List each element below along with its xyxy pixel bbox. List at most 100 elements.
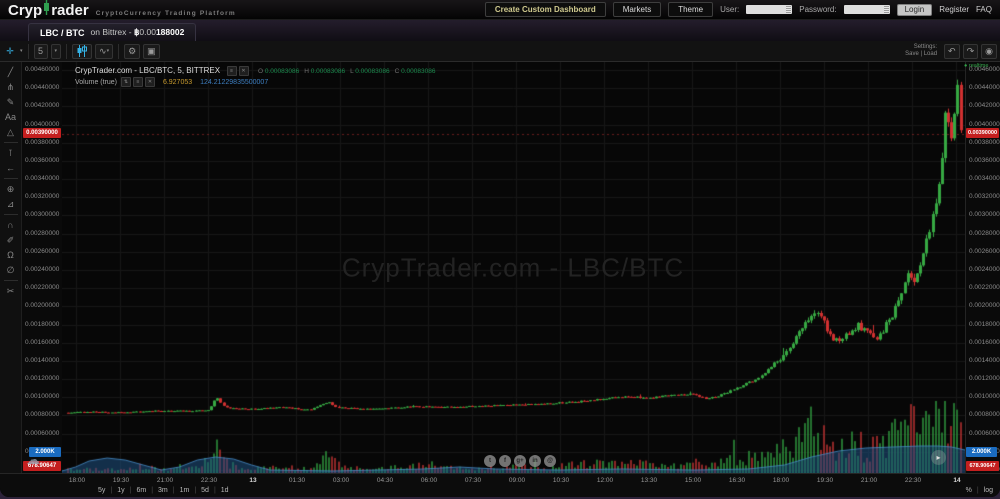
range-1y-button[interactable]: 1y (117, 487, 124, 494)
pitchfork-tool-icon[interactable]: ⋔ (2, 80, 20, 94)
scroll-to-realtime-button[interactable]: ▸ (931, 450, 946, 465)
price-tick-label: 0.00360000 (25, 157, 59, 164)
text-tool-icon[interactable]: Aa (2, 110, 20, 124)
googleplus-share-icon[interactable]: g+ (514, 455, 526, 467)
draw-mode-tool-icon[interactable]: ✐ (2, 233, 20, 247)
chart-settings-button[interactable]: ⚙ (124, 44, 140, 59)
magnet-tool-icon[interactable]: ∩ (2, 218, 20, 232)
tab-bar: LBC / BTC on Bittrex - ฿0.00188002 (0, 20, 1000, 42)
range-separator: | (173, 487, 175, 494)
volume-toggle-icon[interactable]: ⇅ (121, 77, 131, 87)
time-tick-label: 15:00 (679, 477, 707, 484)
range-1d-button[interactable]: 1d (221, 487, 229, 494)
price-tick-label: 0.00060000 (969, 430, 1000, 437)
volume-menu-icon[interactable]: ≡ (133, 77, 143, 87)
settings-save-load[interactable]: Settings: Save | Load (905, 44, 937, 58)
range-5y-button[interactable]: 5y (98, 487, 105, 494)
snapshot-button[interactable]: ▣ (143, 44, 160, 59)
price-axis-right[interactable]: 0.004600000.004400000.004200000.00400000… (965, 62, 1000, 473)
zoom-tool-icon[interactable]: ⊕ (2, 182, 20, 196)
ohlc-value: 0.00083086 (309, 68, 345, 75)
legend-menu-icon[interactable]: ≡ (227, 66, 237, 76)
user-input[interactable] (746, 5, 792, 14)
range-1m-button[interactable]: 1m (180, 487, 190, 494)
range-separator: | (214, 487, 216, 494)
login-button[interactable]: Login (897, 4, 933, 16)
header-controls: Create Custom Dashboard Markets Theme Us… (485, 2, 992, 17)
tab-exchange-label: on Bittrex - ฿0.00188002 (91, 27, 185, 38)
visibility-button[interactable]: ◉ (981, 44, 997, 59)
volume-close-icon[interactable]: ✕ (145, 77, 155, 87)
toolbar-divider (66, 44, 67, 59)
crosshair-mode-button[interactable]: ✛ (3, 44, 17, 59)
theme-button[interactable]: Theme (668, 2, 713, 17)
markets-button[interactable]: Markets (613, 2, 661, 17)
volume-value: 6.927053 (163, 79, 192, 86)
price-tick-label: 0.00320000 (969, 193, 1000, 200)
forecast-tool-icon[interactable]: ⊺ (2, 146, 20, 160)
price-tick-label: 0.00060000 (25, 430, 59, 437)
percent-scale-button[interactable]: % (966, 487, 972, 494)
tab-lbc-btc[interactable]: LBC / BTC on Bittrex - ฿0.00188002 (28, 23, 196, 41)
interval-select[interactable]: 5 (34, 44, 48, 59)
lock-tool-icon[interactable]: Ω (2, 248, 20, 262)
current-price-flag-left: 0.00390000 (23, 128, 61, 138)
linkedin-share-icon[interactable]: in (529, 455, 541, 467)
facebook-share-icon[interactable]: f (499, 455, 511, 467)
range-6m-button[interactable]: 6m (136, 487, 146, 494)
password-input[interactable] (844, 5, 890, 14)
range-5d-button[interactable]: 5d (201, 487, 209, 494)
mail-share-icon[interactable]: @ (544, 455, 556, 467)
social-share-buttons: tfg+in@ (484, 455, 556, 467)
undo-button[interactable]: ↶ (944, 44, 960, 59)
indicator-button[interactable]: ∿▾ (95, 44, 113, 59)
input-spinner-icon (884, 6, 889, 13)
measure-tool-icon[interactable]: ⊿ (2, 197, 20, 211)
time-axis[interactable]: 18:0019:3021:0022:301301:3003:0004:3006:… (0, 473, 1000, 488)
toolbar-divider (4, 214, 18, 215)
log-scale-button[interactable]: log (984, 487, 993, 494)
user-label: User: (720, 5, 739, 14)
scale-buttons: %|log (966, 487, 993, 494)
time-tick-label: 07:30 (459, 477, 487, 484)
brush-tool-icon[interactable]: ✎ (2, 95, 20, 109)
price-tick-label: 0.00280000 (25, 230, 59, 237)
range-separator: | (130, 487, 132, 494)
faq-link[interactable]: FAQ (976, 5, 992, 14)
interval-caret-button[interactable]: ▾ (51, 44, 62, 59)
time-tick-label: 19:30 (107, 477, 135, 484)
candle-style-button[interactable] (72, 44, 92, 59)
volume-legend-label: Volume (true) (75, 79, 117, 86)
price-tick-label: 0.00300000 (969, 211, 1000, 218)
price-tick-label: 0.00140000 (969, 357, 1000, 364)
pattern-tool-icon[interactable]: △ (2, 125, 20, 139)
range-separator: | (194, 487, 196, 494)
eye-icon: ◉ (985, 46, 993, 57)
trend-line-tool-icon[interactable]: ╱ (2, 65, 20, 79)
price-tick-label: 0.00100000 (969, 393, 1000, 400)
price-axis-left[interactable]: 0.004600000.004400000.004200000.00400000… (22, 62, 63, 473)
remove-tool-icon[interactable]: ✂ (2, 284, 20, 298)
price-tick-label: 0.00340000 (25, 175, 59, 182)
candlestick-icon (76, 45, 88, 57)
price-tick-label: 0.00240000 (25, 266, 59, 273)
redo-button[interactable]: ↷ (963, 44, 979, 59)
drawing-toolbar: ╱⋔✎Aa△ ⊺← ⊕⊿ ∩✐Ω∅ ✂ (0, 62, 22, 473)
cloud-icon: ☁ (26, 451, 40, 468)
legend-title: CrypTrader.com - LBC/BTC, 5, BITTREX (75, 66, 220, 75)
chart-legend: CrypTrader.com - LBC/BTC, 5, BITTREX ≡✕ … (75, 64, 435, 88)
ohlc-value: 0.00083086 (399, 68, 435, 75)
arrow-tool-icon[interactable]: ← (2, 161, 20, 175)
time-tick-label: 19:30 (811, 477, 839, 484)
crosshair-caret-icon[interactable]: ▾ (20, 48, 23, 54)
register-link[interactable]: Register (939, 5, 969, 14)
toolbar-divider (28, 44, 29, 59)
twitter-share-icon[interactable]: t (484, 455, 496, 467)
range-selector: 5y|1y|6m|3m|1m|5d|1d (98, 487, 229, 494)
time-tick-label: 16:30 (723, 477, 751, 484)
legend-close-icon[interactable]: ✕ (239, 66, 249, 76)
hide-tool-icon[interactable]: ∅ (2, 263, 20, 277)
range-3m-button[interactable]: 3m (158, 487, 168, 494)
create-dashboard-button[interactable]: Create Custom Dashboard (485, 2, 606, 17)
time-tick-label: 14 (943, 477, 971, 484)
